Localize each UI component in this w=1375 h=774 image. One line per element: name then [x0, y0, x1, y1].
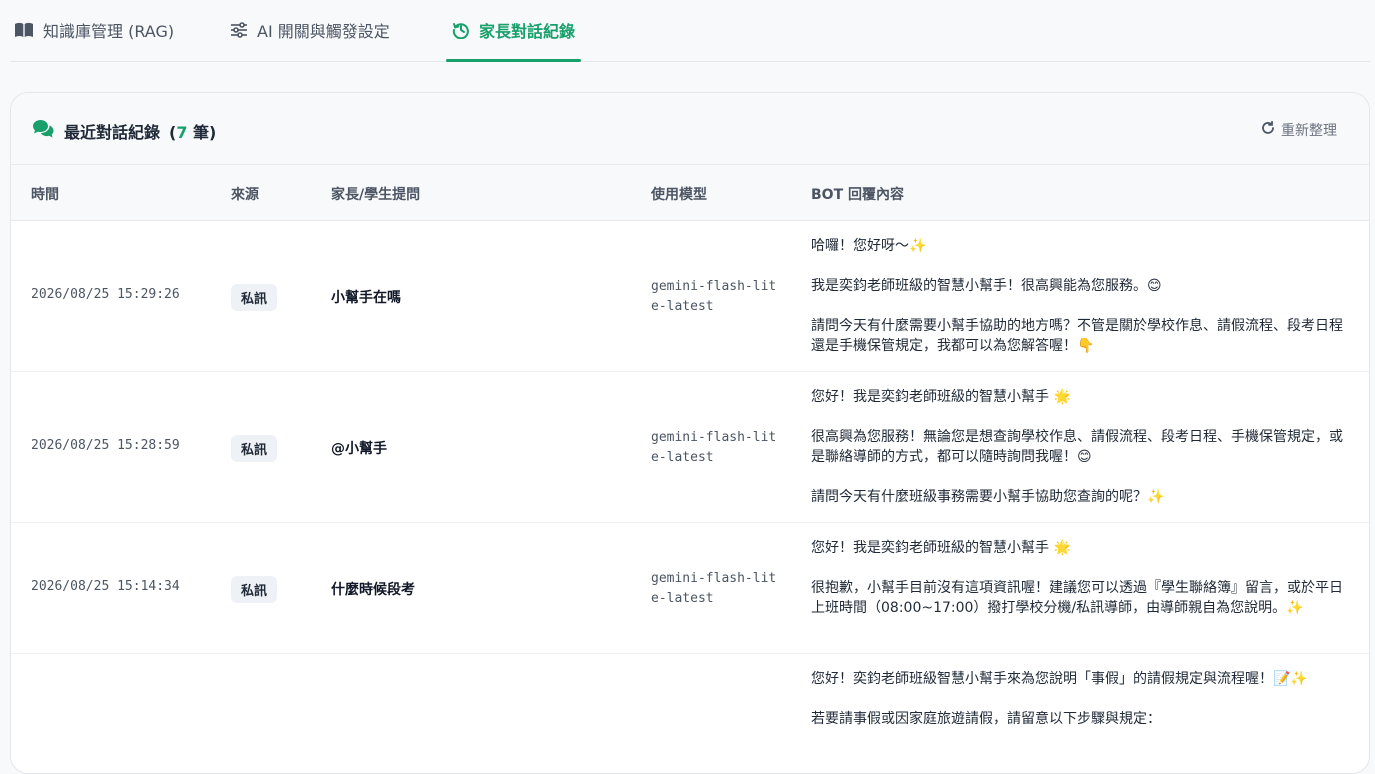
record-count: (7 筆)	[169, 123, 217, 142]
history-icon	[452, 21, 470, 39]
card-header: 最近對話紀錄 (7 筆) 重新整理	[11, 93, 1369, 165]
table-row: 2026/08/25 15:28:59 私訊 @小幫手 gemini-flash…	[11, 372, 1369, 523]
row-time: 2026/08/25 15:29:26	[31, 287, 180, 302]
row-question: 小幫手在嗎	[331, 290, 401, 306]
row-reply: 哈囉！您好呀～✨ 我是奕鈞老師班級的智慧小幫手！很高興能為您服務。😊 請問今天有…	[811, 238, 1343, 354]
row-question: @小幫手	[331, 441, 387, 457]
table-header: 時間 來源 家長/學生提問 使用模型 BOT 回覆內容	[11, 165, 1369, 221]
row-reply: 您好！我是奕鈞老師班級的智慧小幫手 🌟 很抱歉，小幫手目前沒有這項資訊喔！建議您…	[811, 540, 1343, 616]
row-model: gemini-flash-lite-latest	[651, 571, 777, 606]
source-badge: 私訊	[231, 435, 278, 462]
source-badge: 私訊	[231, 576, 278, 603]
tab-label: 家長對話紀錄	[479, 22, 576, 41]
row-time: 2026/08/25 15:28:59	[31, 438, 180, 453]
column-model: 使用模型	[651, 187, 707, 203]
refresh-icon	[1261, 120, 1275, 139]
tab-knowledge-base[interactable]: 知識庫管理 (RAG)	[14, 0, 174, 60]
row-time: 2026/08/25 15:14:34	[31, 579, 180, 594]
row-model: gemini-flash-lite-latest	[651, 279, 777, 314]
source-badge: 私訊	[231, 284, 278, 311]
chat-log-card: 最近對話紀錄 (7 筆) 重新整理 時間 來源 家長/學生提問 使用模型 BOT…	[10, 92, 1370, 774]
tab-label: AI 開關與觸發設定	[257, 22, 390, 41]
sliders-icon	[230, 22, 248, 38]
table-row: 您好！奕鈞老師班級智慧小幫手來為您說明「事假」的請假規定與流程喔！📝✨ 若要請事…	[11, 654, 1369, 773]
row-model: gemini-flash-lite-latest	[651, 430, 777, 465]
tab-bar: 知識庫管理 (RAG) AI 開關與觸發設定 家長對話紀錄	[10, 0, 1370, 62]
tab-parent-chat-log[interactable]: 家長對話紀錄	[446, 0, 582, 62]
tab-ai-settings[interactable]: AI 開關與觸發設定	[230, 0, 390, 60]
refresh-button[interactable]: 重新整理	[1261, 120, 1337, 140]
comments-icon	[31, 119, 55, 143]
card-title-text: 最近對話紀錄	[64, 123, 161, 142]
book-icon	[14, 22, 34, 38]
row-reply: 您好！奕鈞老師班級智慧小幫手來為您說明「事假」的請假規定與流程喔！📝✨ 若要請事…	[811, 671, 1308, 727]
table-row: 2026/08/25 15:29:26 私訊 小幫手在嗎 gemini-flas…	[11, 221, 1369, 372]
card-title: 最近對話紀錄 (7 筆)	[31, 119, 216, 143]
tab-label: 知識庫管理 (RAG)	[43, 22, 175, 41]
column-source: 來源	[231, 187, 259, 203]
row-question: 什麼時候段考	[331, 582, 415, 598]
column-time: 時間	[31, 187, 59, 203]
column-reply: BOT 回覆內容	[811, 187, 904, 203]
table-row: 2026/08/25 15:14:34 私訊 什麼時候段考 gemini-fla…	[11, 523, 1369, 654]
row-reply: 您好！我是奕鈞老師班級的智慧小幫手 🌟 很高興為您服務！無論您是想查詢學校作息、…	[811, 389, 1343, 505]
column-question: 家長/學生提問	[331, 187, 421, 203]
refresh-label: 重新整理	[1281, 123, 1337, 139]
